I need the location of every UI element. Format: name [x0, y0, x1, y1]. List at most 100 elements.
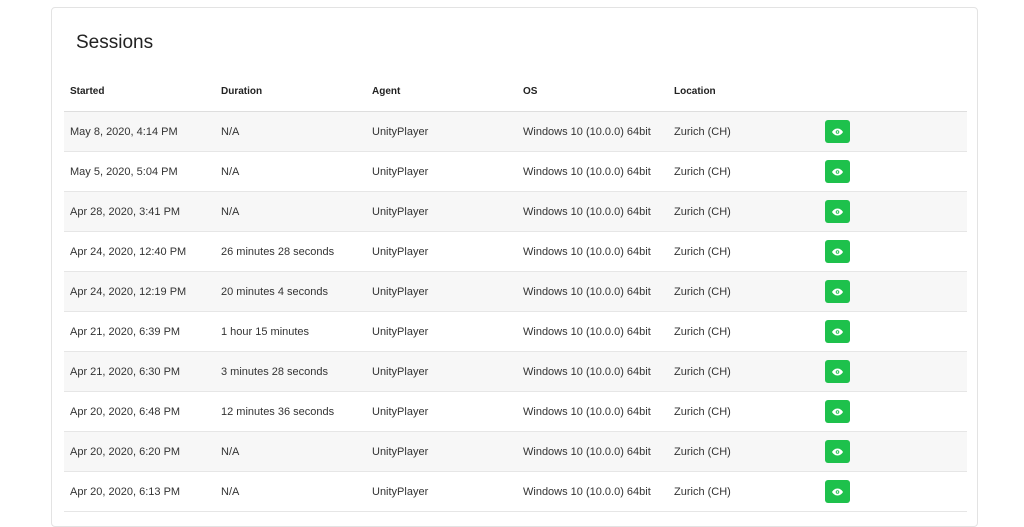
table-body: May 8, 2020, 4:14 PM N/A UnityPlayer Window…: [64, 111, 967, 512]
view-session-button[interactable]: [825, 280, 850, 303]
cell-os: Windows 10 (10.0.0) 64bit: [517, 471, 668, 512]
cell-started: Apr 20, 2020, 6:20 PM: [64, 431, 215, 472]
cell-agent: UnityPlayer: [366, 151, 517, 192]
panel-title: Sessions: [76, 32, 154, 53]
column-header-agent[interactable]: Agent: [366, 72, 517, 112]
cell-started: Apr 20, 2020, 6:13 PM: [64, 471, 215, 512]
table-row: Apr 20, 2020, 6:13 PM N/A UnityPlayer Windo…: [64, 471, 967, 512]
view-session-button[interactable]: [825, 360, 850, 383]
cell-location: Zurich (CH): [668, 431, 819, 472]
cell-started: May 5, 2020, 5:04 PM: [64, 151, 215, 192]
column-header-started[interactable]: Started: [64, 72, 215, 112]
cell-duration: N/A: [215, 471, 366, 512]
cell-started: Apr 21, 2020, 6:39 PM: [64, 311, 215, 352]
cell-location: Zurich (CH): [668, 311, 819, 352]
eye-icon: [832, 208, 843, 215]
cell-duration: N/A: [215, 431, 366, 472]
eye-icon: [832, 448, 843, 455]
eye-icon: [832, 368, 843, 375]
cell-os: Windows 10 (10.0.0) 64bit: [517, 391, 668, 432]
cell-actions: [819, 311, 967, 352]
eye-icon: [832, 408, 843, 415]
eye-icon: [832, 248, 843, 255]
cell-location: Zurich (CH): [668, 471, 819, 512]
cell-duration: 3 minutes 28 seconds: [215, 351, 366, 392]
view-session-button[interactable]: [825, 160, 850, 183]
cell-duration: N/A: [215, 191, 366, 232]
cell-agent: UnityPlayer: [366, 471, 517, 512]
cell-actions: [819, 231, 967, 272]
cell-agent: UnityPlayer: [366, 391, 517, 432]
view-session-button[interactable]: [825, 480, 850, 503]
cell-location: Zurich (CH): [668, 231, 819, 272]
table-row: Apr 20, 2020, 6:20 PM N/A UnityPlayer Windo…: [64, 431, 967, 472]
cell-os: Windows 10 (10.0.0) 64bit: [517, 231, 668, 272]
eye-icon: [832, 328, 843, 335]
view-session-button[interactable]: [825, 240, 850, 263]
view-session-button[interactable]: [825, 200, 850, 223]
view-session-button[interactable]: [825, 440, 850, 463]
cell-duration: 20 minutes 4 seconds: [215, 271, 366, 312]
cell-os: Windows 10 (10.0.0) 64bit: [517, 311, 668, 352]
cell-actions: [819, 391, 967, 432]
column-header-duration[interactable]: Duration: [215, 72, 366, 112]
cell-actions: [819, 431, 967, 472]
cell-started: Apr 21, 2020, 6:30 PM: [64, 351, 215, 392]
table-row: Apr 21, 2020, 6:30 PM 3 minutes 28 second…: [64, 351, 967, 392]
cell-os: Windows 10 (10.0.0) 64bit: [517, 271, 668, 312]
cell-actions: [819, 151, 967, 192]
cell-started: Apr 24, 2020, 12:40 PM: [64, 231, 215, 272]
cell-agent: UnityPlayer: [366, 111, 517, 152]
cell-duration: N/A: [215, 151, 366, 192]
table-row: May 8, 2020, 4:14 PM N/A UnityPlayer Window…: [64, 111, 967, 152]
cell-agent: UnityPlayer: [366, 231, 517, 272]
cell-agent: UnityPlayer: [366, 271, 517, 312]
cell-os: Windows 10 (10.0.0) 64bit: [517, 351, 668, 392]
cell-duration: 12 minutes 36 seconds: [215, 391, 366, 432]
cell-location: Zurich (CH): [668, 191, 819, 232]
cell-duration: N/A: [215, 111, 366, 152]
table-row: Apr 24, 2020, 12:19 PM 20 minutes 4 secon…: [64, 271, 967, 312]
cell-location: Zurich (CH): [668, 391, 819, 432]
table-row: May 5, 2020, 5:04 PM N/A UnityPlayer Window…: [64, 151, 967, 192]
cell-actions: [819, 191, 967, 232]
cell-started: Apr 28, 2020, 3:41 PM: [64, 191, 215, 232]
view-session-button[interactable]: [825, 120, 850, 143]
cell-started: Apr 24, 2020, 12:19 PM: [64, 271, 215, 312]
cell-location: Zurich (CH): [668, 351, 819, 392]
table-header-row: Started Duration Agent OS Location: [64, 72, 967, 112]
table-row: Apr 24, 2020, 12:40 PM 26 minutes 28 seco…: [64, 231, 967, 272]
cell-os: Windows 10 (10.0.0) 64bit: [517, 151, 668, 192]
cell-started: May 8, 2020, 4:14 PM: [64, 111, 215, 152]
table-row: Apr 28, 2020, 3:41 PM N/A UnityPlayer Windo…: [64, 191, 967, 232]
sessions-table: Started Duration Agent OS Location May 8…: [64, 72, 967, 512]
column-header-location[interactable]: Location: [668, 72, 819, 112]
eye-icon: [832, 488, 843, 495]
cell-actions: [819, 471, 967, 512]
table-row: Apr 21, 2020, 6:39 PM 1 hour 15 minutes Un…: [64, 311, 967, 352]
cell-duration: 1 hour 15 minutes: [215, 311, 366, 352]
column-header-actions: [819, 72, 967, 112]
cell-os: Windows 10 (10.0.0) 64bit: [517, 431, 668, 472]
table-row: Apr 20, 2020, 6:48 PM 12 minutes 36 secon…: [64, 391, 967, 432]
cell-location: Zurich (CH): [668, 111, 819, 152]
eye-icon: [832, 128, 843, 135]
eye-icon: [832, 288, 843, 295]
cell-duration: 26 minutes 28 seconds: [215, 231, 366, 272]
cell-location: Zurich (CH): [668, 271, 819, 312]
view-session-button[interactable]: [825, 320, 850, 343]
cell-started: Apr 20, 2020, 6:48 PM: [64, 391, 215, 432]
cell-os: Windows 10 (10.0.0) 64bit: [517, 191, 668, 232]
eye-icon: [832, 168, 843, 175]
cell-actions: [819, 351, 967, 392]
cell-os: Windows 10 (10.0.0) 64bit: [517, 111, 668, 152]
view-session-button[interactable]: [825, 400, 850, 423]
sessions-panel: Sessions Started Duration Agent OS Locat…: [51, 7, 978, 527]
cell-actions: [819, 111, 967, 152]
cell-location: Zurich (CH): [668, 151, 819, 192]
cell-agent: UnityPlayer: [366, 431, 517, 472]
cell-agent: UnityPlayer: [366, 191, 517, 232]
cell-agent: UnityPlayer: [366, 351, 517, 392]
cell-agent: UnityPlayer: [366, 311, 517, 352]
column-header-os[interactable]: OS: [517, 72, 668, 112]
